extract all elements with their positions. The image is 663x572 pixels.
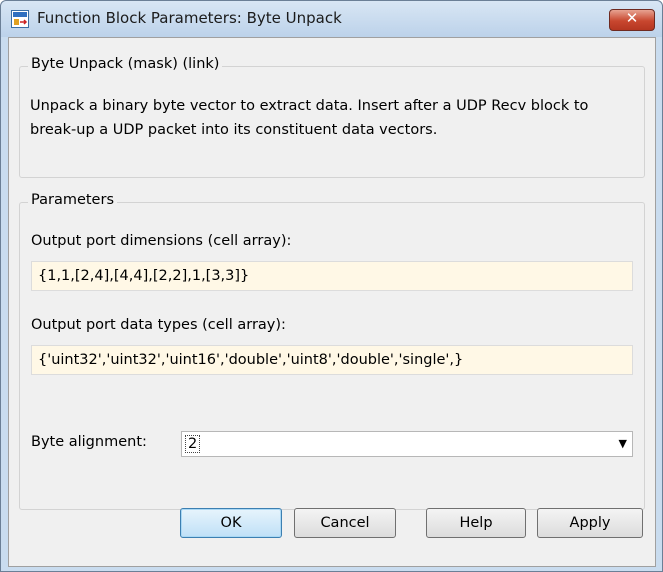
- parameters-legend: Parameters: [28, 192, 117, 208]
- dialog-body: Byte Unpack (mask) (link) Unpack a binar…: [8, 37, 656, 567]
- close-icon: ✕: [625, 9, 639, 27]
- byte-alignment-value: 2: [185, 435, 201, 453]
- dropdown-arrow-icon[interactable]: ▼: [619, 432, 627, 456]
- window-title: Function Block Parameters: Byte Unpack: [37, 9, 342, 27]
- help-button[interactable]: Help: [426, 508, 526, 538]
- parameters-group: Parameters Output port dimensions (cell …: [19, 192, 645, 510]
- cancel-button[interactable]: Cancel: [294, 508, 396, 538]
- output-types-field[interactable]: {'uint32','uint32','uint16','double','ui…: [31, 345, 633, 375]
- byte-alignment-select[interactable]: 2 ▼: [181, 431, 633, 457]
- block-description: Unpack a binary byte vector to extract d…: [30, 98, 589, 138]
- output-dims-label: Output port dimensions (cell array):: [31, 233, 292, 249]
- ok-button[interactable]: OK: [180, 508, 282, 538]
- dialog-window: Function Block Parameters: Byte Unpack ✕…: [0, 0, 663, 572]
- description-legend: Byte Unpack (mask) (link): [28, 56, 223, 72]
- byte-alignment-label: Byte alignment:: [31, 434, 147, 450]
- description-group: Byte Unpack (mask) (link) Unpack a binar…: [19, 56, 645, 178]
- output-dims-field[interactable]: {1,1,[2,4],[4,4],[2,2],1,[3,3]}: [31, 261, 633, 291]
- apply-button[interactable]: Apply: [537, 508, 643, 538]
- title-bar[interactable]: Function Block Parameters: Byte Unpack ✕: [1, 1, 662, 37]
- simulink-block-icon: [11, 10, 29, 28]
- close-button[interactable]: ✕: [609, 9, 655, 31]
- output-types-label: Output port data types (cell array):: [31, 317, 286, 333]
